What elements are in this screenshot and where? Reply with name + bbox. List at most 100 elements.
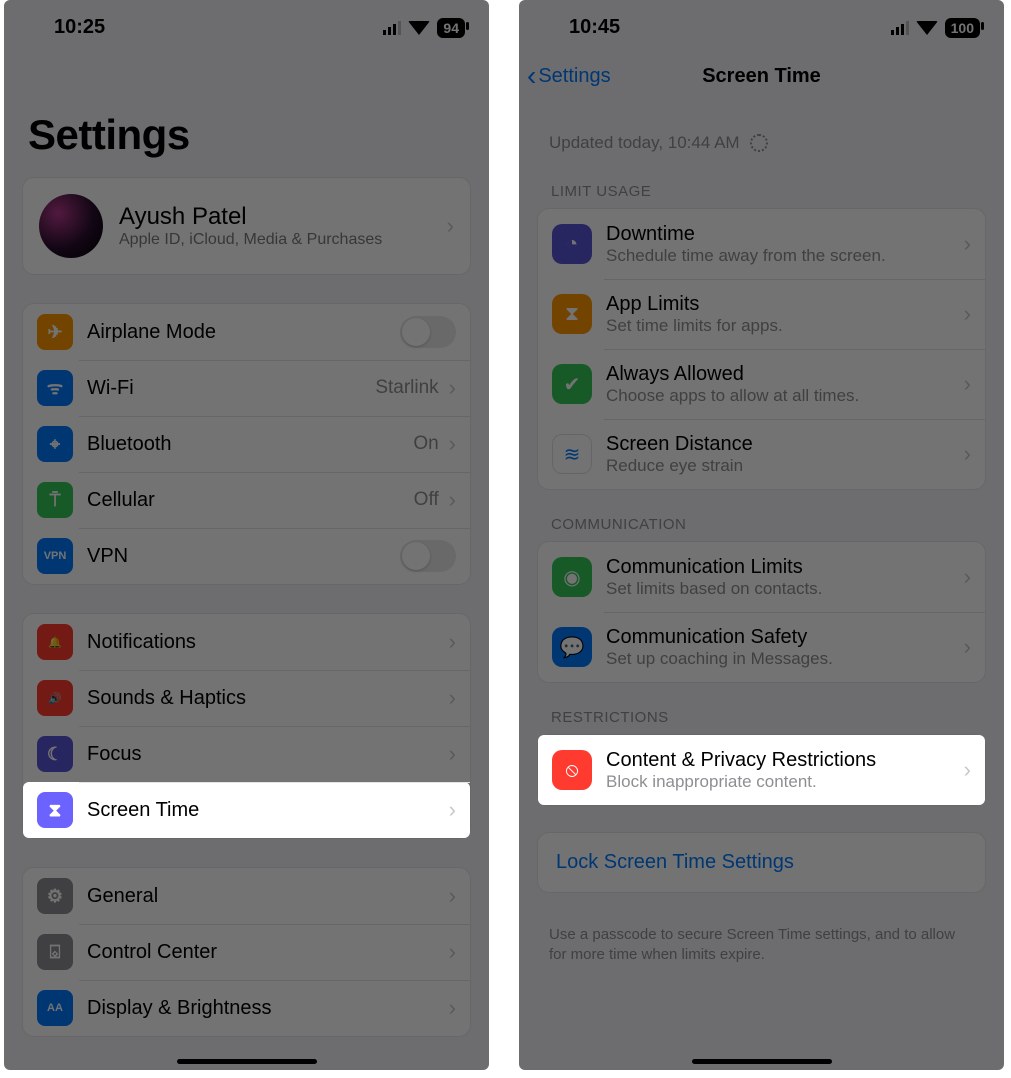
limit-usage-header: LIMIT USAGE	[519, 183, 1004, 208]
settings-row-general[interactable]: ⚙General›	[23, 868, 470, 924]
chevron-right-icon: ›	[964, 231, 971, 257]
status-bar: 10:25 94	[4, 0, 489, 49]
row-label: Bluetooth	[87, 433, 413, 456]
screentime-row-communication-safety[interactable]: 💬Communication SafetySet up coaching in …	[538, 612, 985, 682]
control-center-icon: ⌺	[37, 934, 73, 970]
bluetooth-icon: ⌖	[37, 426, 73, 462]
row-subtitle: Choose apps to allow at all times.	[606, 386, 960, 406]
nav-bar: ‹ Settings Screen Time	[519, 49, 1004, 103]
chevron-right-icon: ›	[449, 995, 456, 1021]
row-subtitle: Schedule time away from the screen.	[606, 246, 960, 266]
screen-distance-icon: ≋	[552, 434, 592, 474]
applimits-icon: ⧗	[552, 294, 592, 334]
row-title: Always Allowed	[606, 363, 960, 386]
row-value: On	[413, 433, 438, 455]
loading-spinner-icon	[750, 134, 768, 152]
settings-row-wi-fi[interactable]: ᯤWi-FiStarlink›	[23, 360, 470, 416]
chevron-right-icon: ›	[447, 213, 454, 239]
screentime-icon: ⧗	[37, 792, 73, 828]
settings-row-bluetooth[interactable]: ⌖BluetoothOn›	[23, 416, 470, 472]
screentime-row-communication-limits[interactable]: ◉ Communication LimitsSet limits based on…	[538, 542, 985, 612]
battery-indicator: 100	[945, 18, 980, 38]
avatar	[39, 194, 103, 258]
alerts-group: 🔔Notifications›🔊Sounds & Haptics› ☾ Focus ›…	[22, 613, 471, 839]
settings-row-display-brightness[interactable]: AADisplay & Brightness›	[23, 980, 470, 1036]
general-group: ⚙General›⌺Control Center›AADisplay & Bri…	[22, 867, 471, 1037]
row-label: Control Center	[87, 941, 445, 964]
toggle[interactable]	[400, 540, 456, 572]
focus-icon: ☾	[37, 736, 73, 772]
settings-row-focus[interactable]: ☾Focus›	[23, 726, 470, 782]
chevron-right-icon: ›	[449, 375, 456, 401]
chevron-right-icon: ›	[449, 629, 456, 655]
apple-id-row[interactable]: Ayush Patel Apple ID, iCloud, Media & Pu…	[23, 178, 470, 274]
chevron-right-icon: ›	[964, 564, 971, 590]
chevron-right-icon: ›	[964, 757, 971, 783]
airplane-icon: ✈	[37, 314, 73, 350]
profile-name: Ayush Patel	[119, 203, 443, 231]
downtime-icon: ◔	[552, 224, 592, 264]
row-label: Wi-Fi	[87, 377, 375, 400]
always-allowed-icon: ✔	[552, 364, 592, 404]
row-title: Communication Limits	[606, 556, 960, 579]
screentime-row-downtime[interactable]: ◔ DowntimeSchedule time away from the scr…	[538, 209, 985, 279]
row-label: Focus	[87, 743, 445, 766]
chevron-right-icon: ›	[964, 301, 971, 327]
screentime-row-content-privacy-restrictions[interactable]: ⦸ Content & Privacy RestrictionsBlock ina…	[538, 735, 985, 805]
screentime-row-app-limits[interactable]: ⧗ App LimitsSet time limits for apps.›	[538, 279, 985, 349]
restrictions-group: ⦸ Content & Privacy RestrictionsBlock ina…	[537, 734, 986, 806]
settings-row-cellular[interactable]: ⍑CellularOff›	[23, 472, 470, 528]
chevron-right-icon: ›	[449, 487, 456, 513]
lock-screen-time-link[interactable]: Lock Screen Time Settings	[538, 833, 985, 892]
lock-group: Lock Screen Time Settings	[537, 832, 986, 893]
row-title: Content & Privacy Restrictions	[606, 749, 960, 772]
row-subtitle: Block inappropriate content.	[606, 772, 960, 792]
chevron-right-icon: ›	[449, 797, 456, 823]
status-time: 10:25	[54, 16, 105, 39]
status-indicators: 94	[383, 18, 465, 38]
settings-row-vpn[interactable]: VPNVPN	[23, 528, 470, 584]
row-label: Screen Time	[87, 799, 445, 822]
row-label: Cellular	[87, 489, 414, 512]
home-indicator	[692, 1059, 832, 1064]
settings-row-control-center[interactable]: ⌺ Control Center›	[23, 924, 470, 980]
row-label: Display & Brightness	[87, 997, 445, 1020]
row-title: App Limits	[606, 293, 960, 316]
settings-row-screen-time[interactable]: ⧗ Screen Time›	[23, 782, 470, 838]
communication-group: ◉ Communication LimitsSet limits based on…	[537, 541, 986, 683]
screentime-row-always-allowed[interactable]: ✔ Always AllowedChoose apps to allow at a…	[538, 349, 985, 419]
settings-row-sounds-haptics[interactable]: 🔊Sounds & Haptics›	[23, 670, 470, 726]
screentime-row-screen-distance[interactable]: ≋Screen DistanceReduce eye strain›	[538, 419, 985, 489]
page-title: Settings	[4, 49, 489, 177]
comm-safety-icon: 💬	[552, 627, 592, 667]
profile-subtitle: Apple ID, iCloud, Media & Purchases	[119, 231, 443, 249]
lock-footnote: Use a passcode to secure Screen Time set…	[519, 919, 1004, 972]
communication-header: COMMUNICATION	[519, 516, 1004, 541]
network-group: ✈ Airplane Mode ᯤWi-FiStarlink› ⌖ BluetoothO…	[22, 303, 471, 585]
settings-row-notifications[interactable]: 🔔Notifications›	[23, 614, 470, 670]
content-privacy-icon: ⦸	[552, 750, 592, 790]
nav-title: Screen Time	[519, 65, 1004, 88]
restrictions-header: RESTRICTIONS	[519, 709, 1004, 734]
status-indicators: 100	[891, 18, 980, 38]
comm-limits-icon: ◉	[552, 557, 592, 597]
notifications-icon: 🔔	[37, 624, 73, 660]
chevron-right-icon: ›	[964, 371, 971, 397]
settings-row-airplane-mode[interactable]: ✈ Airplane Mode	[23, 304, 470, 360]
row-label: Airplane Mode	[87, 321, 400, 344]
row-title: Communication Safety	[606, 626, 960, 649]
row-subtitle: Set limits based on contacts.	[606, 579, 960, 599]
row-title: Downtime	[606, 223, 960, 246]
profile-group: Ayush Patel Apple ID, iCloud, Media & Pu…	[22, 177, 471, 275]
status-time: 10:45	[569, 16, 620, 39]
cellular-icon: ⍑	[37, 482, 73, 518]
row-subtitle: Set time limits for apps.	[606, 316, 960, 336]
toggle[interactable]	[400, 316, 456, 348]
row-label: VPN	[87, 545, 400, 568]
cellular-signal-icon	[891, 21, 909, 35]
home-indicator	[177, 1059, 317, 1064]
limit-usage-group: ◔ DowntimeSchedule time away from the scr…	[537, 208, 986, 490]
row-label: Sounds & Haptics	[87, 687, 445, 710]
chevron-right-icon: ›	[449, 939, 456, 965]
battery-indicator: 94	[437, 18, 465, 38]
